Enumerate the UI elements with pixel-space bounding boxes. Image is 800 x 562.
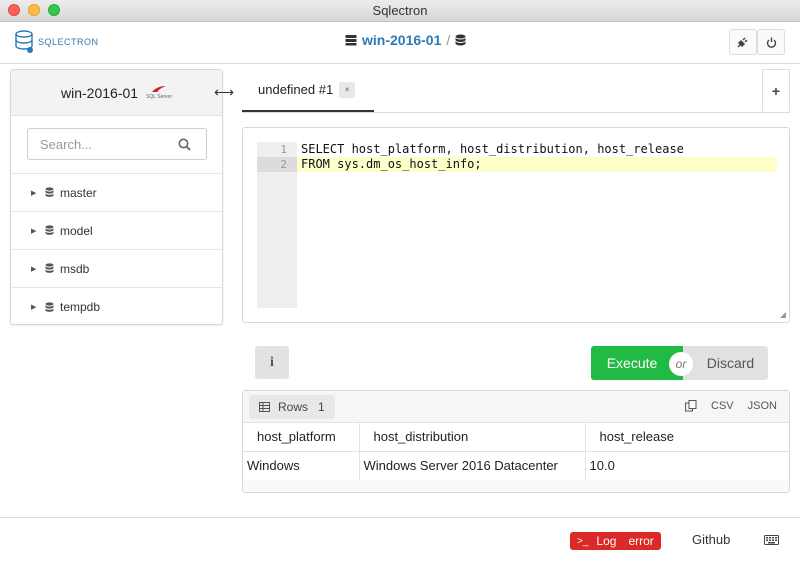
database-label: tempdb [60,300,101,314]
plug-icon [737,37,748,48]
copy-icon[interactable] [685,400,697,412]
top-bar: SQLECTRON win-2016-01 / [0,22,800,64]
breadcrumb: win-2016-01 / [345,32,466,48]
table-icon [259,402,270,412]
info-button[interactable]: i [255,346,289,379]
logo-text: SQLECTRON [38,37,99,47]
server-header: win-2016-01 SQL Server [11,70,222,116]
results-toolbar: Rows 1 CSV JSON [243,391,789,423]
database-icon [455,34,466,45]
error-badge: error [628,534,654,548]
search-input[interactable] [40,136,178,152]
tab-label: undefined #1 [258,82,334,97]
server-type-label: SQL Server [146,94,172,100]
disconnect-button[interactable] [729,29,757,55]
code-line: SELECT host_platform, host_distribution,… [301,142,684,156]
sql-server-logo: SQL Server [146,85,172,100]
breadcrumb-separator: / [446,32,451,48]
github-link[interactable]: Github [692,532,730,547]
power-icon [766,37,776,48]
add-tab-button[interactable]: + [762,69,790,111]
logo-icon [15,30,33,53]
database-icon [45,225,54,235]
column-header[interactable]: host_platform [243,423,360,452]
database-icon [45,187,54,197]
terminal-icon: >_ [577,535,589,547]
table-cell[interactable]: 10.0 [585,451,789,480]
database-item-tempdb[interactable]: ▶ tempdb [11,288,222,326]
server-icon [345,35,357,46]
column-header[interactable]: host_distribution [359,423,586,452]
table-header-row: host_platform host_distribution host_rel… [243,423,789,452]
quit-button[interactable] [757,29,785,55]
database-label: model [60,223,93,238]
sql-server-icon [152,86,167,92]
server-name: win-2016-01 [61,84,139,101]
log-label: Log [596,534,617,548]
window-titlebar: Sqlectron [0,0,800,22]
database-label: master [60,185,97,200]
tab-query-1[interactable]: undefined #1 × [242,69,374,112]
search-box [27,128,207,160]
line-number: 1 [280,143,287,156]
close-tab-icon[interactable]: × [339,81,356,98]
table-cell[interactable]: Windows Server 2016 Datacenter [359,451,586,480]
results-panel: Rows 1 CSV JSON host_platform host_distr… [242,390,790,493]
rows-count: 1 [318,400,325,414]
table-row: Windows Windows Server 2016 Datacenter 1… [243,451,789,480]
caret-right-icon[interactable]: ▶ [31,189,45,197]
rows-count-badge: Rows 1 [249,395,335,419]
code-line-active: FROM sys.dm_os_host_info; [297,157,777,172]
resize-grip-icon[interactable]: ◢ [780,310,786,319]
code-area[interactable]: SELECT host_platform, host_distribution,… [297,142,777,172]
line-number: 2 [257,157,297,172]
or-divider: or [669,352,693,376]
database-label: msdb [60,261,90,276]
export-csv-button[interactable]: CSV [711,400,734,412]
app-logo: SQLECTRON [14,29,99,55]
line-number-gutter: 1 2 [257,142,297,308]
database-sidebar: win-2016-01 SQL Server ▶ master ▶ model … [10,69,223,325]
database-item-master[interactable]: ▶ master [11,174,222,212]
database-item-model[interactable]: ▶ model [11,212,222,250]
connection-name-link[interactable]: win-2016-01 [362,32,441,48]
results-table: host_platform host_distribution host_rel… [243,423,789,480]
keyboard-icon[interactable] [764,535,779,545]
discard-button[interactable]: Discard [683,346,768,380]
sql-editor[interactable]: 1 2 SELECT host_platform, host_distribut… [242,127,790,323]
caret-right-icon[interactable]: ▶ [31,265,45,273]
export-options: CSV JSON [685,400,777,412]
window-title: Sqlectron [372,3,428,18]
query-tabs: undefined #1 × + [242,69,790,113]
database-icon [45,301,54,312]
search-icon [178,138,191,151]
export-json-button[interactable]: JSON [748,400,777,412]
log-button[interactable]: >_ Log error [570,532,661,550]
resize-arrows-icon[interactable]: ⟷ [214,84,234,101]
caret-right-icon[interactable]: ▶ [31,303,45,311]
database-icon [45,263,54,273]
rows-label: Rows [278,400,309,414]
footer-bar: >_ Log error Github [0,517,800,562]
table-cell[interactable]: Windows [243,451,360,480]
caret-right-icon[interactable]: ▶ [31,227,45,235]
column-header[interactable]: host_release [585,423,789,452]
database-item-msdb[interactable]: ▶ msdb [11,250,222,288]
